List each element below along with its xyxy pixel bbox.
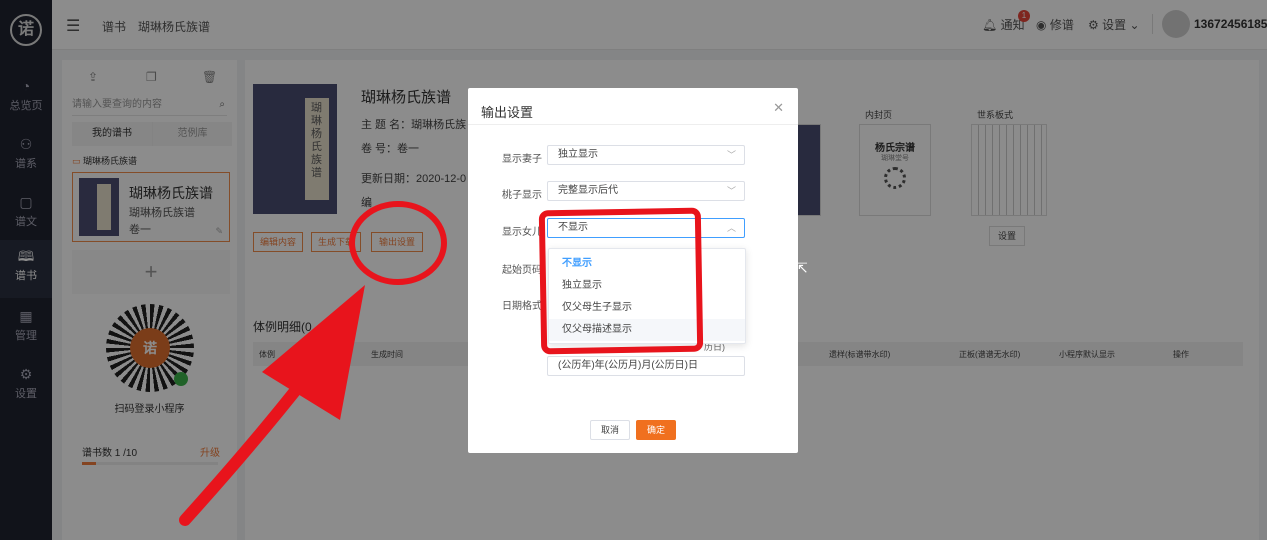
show-wife-value: 独立显示 xyxy=(558,149,598,160)
chevron-down-icon: ﹀ xyxy=(726,186,736,196)
close-icon[interactable]: ✕ xyxy=(773,100,784,116)
show-daughter-dropdown: 不显示 独立显示 仅父母生子显示 仅父母描述显示 xyxy=(548,248,746,344)
date-format-label: 日期格式 xyxy=(502,301,542,312)
show-daughter-select[interactable]: 不显示 ︿ xyxy=(547,218,745,238)
option-hide[interactable]: 不显示 xyxy=(549,253,745,275)
dialog-divider xyxy=(468,124,798,125)
option-parents-description-only[interactable]: 仅父母描述显示 xyxy=(549,319,745,341)
option-independent[interactable]: 独立显示 xyxy=(549,275,745,297)
show-wife-label: 显示妻子 xyxy=(502,154,542,165)
start-page-label: 起始页码 xyxy=(502,265,542,276)
adopted-display-value: 完整显示后代 xyxy=(558,185,618,196)
option-parents-birth-only[interactable]: 仅父母生子显示 xyxy=(549,297,745,319)
chevron-down-icon: ﹀ xyxy=(726,150,736,160)
cancel-button[interactable]: 取消 xyxy=(590,420,630,440)
date-format-input[interactable]: (公历年)年(公历月)月(公历日)日 xyxy=(547,356,745,376)
mouse-cursor-icon: ⇱ xyxy=(796,260,808,276)
adopted-display-select[interactable]: 完整显示后代 ﹀ xyxy=(547,181,745,201)
dialog-title: 输出设置 xyxy=(481,105,534,120)
chevron-up-icon: ︿ xyxy=(726,223,736,233)
show-daughter-value: 不显示 xyxy=(558,222,588,233)
adopted-display-label: 桃子显示 xyxy=(502,190,542,201)
confirm-button[interactable]: 确定 xyxy=(636,420,676,440)
show-wife-select[interactable]: 独立显示 ﹀ xyxy=(547,145,745,165)
cover-title: 瑚琳杨氏族谱 xyxy=(311,102,322,179)
date-format-value: (公历年)年(公历月)月(公历日)日 xyxy=(558,360,698,371)
show-daughter-label: 显示女儿 xyxy=(502,227,542,238)
